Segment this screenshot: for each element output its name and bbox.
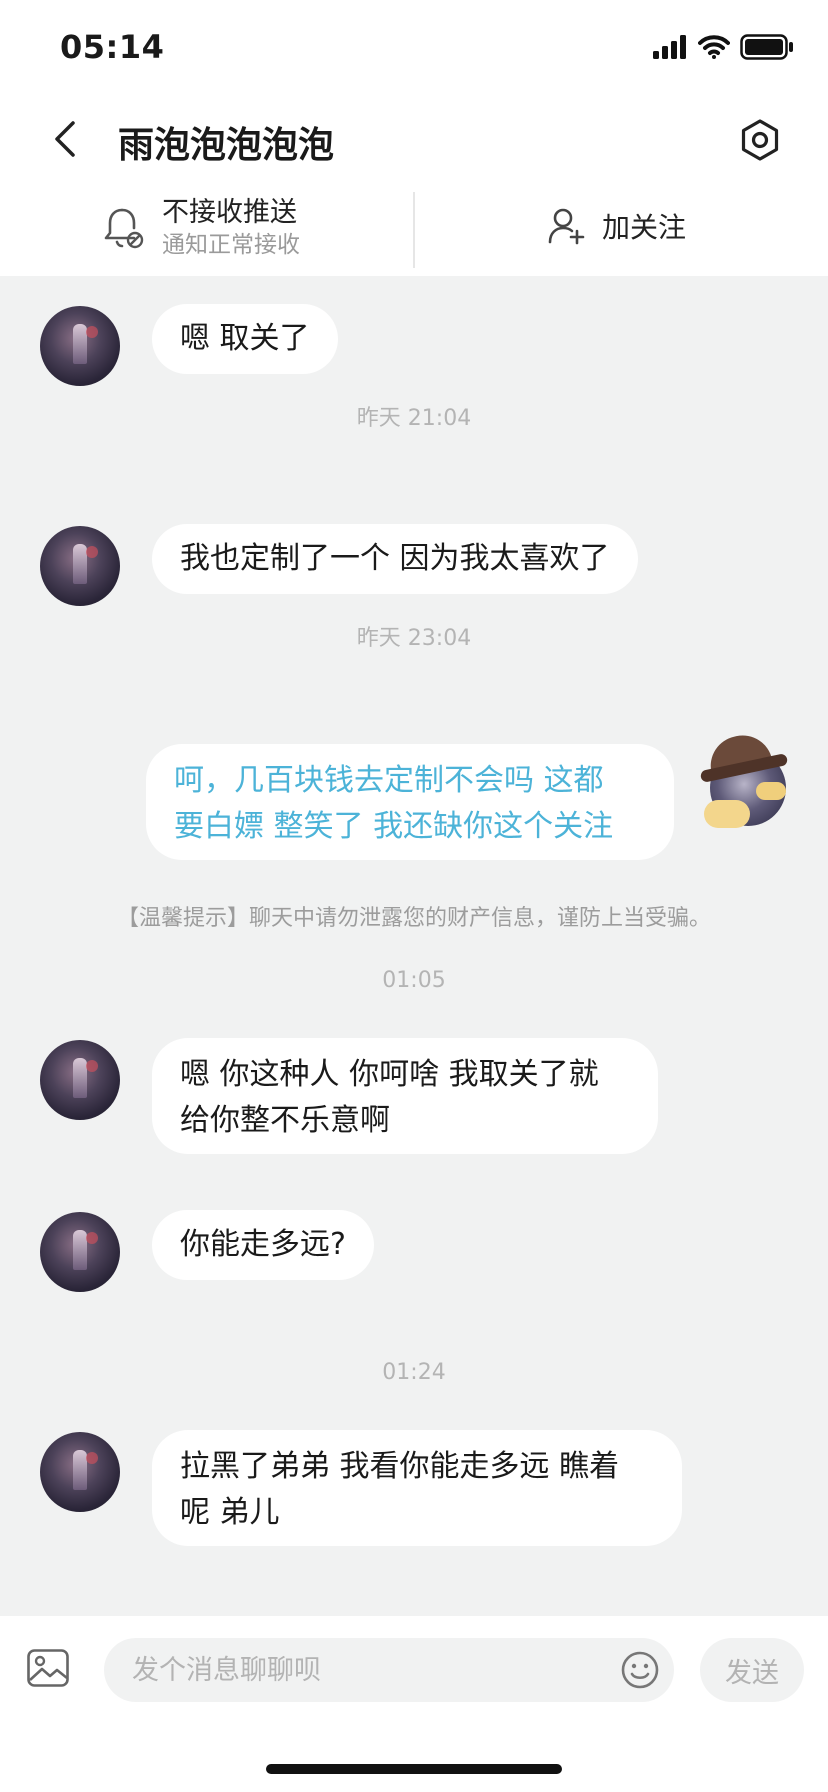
message-input-container	[104, 1638, 674, 1702]
message-text-line: 给你整不乐意啊	[180, 1103, 390, 1138]
message-text-line: 呢 弟儿	[180, 1495, 280, 1530]
status-icons	[652, 34, 794, 60]
add-user-icon	[548, 208, 585, 245]
message-text-line: 呵，几百块钱去定制不会吗 这都	[174, 763, 604, 798]
send-button[interactable]: 发送	[700, 1638, 804, 1702]
my-avatar[interactable]	[699, 729, 794, 830]
follow-button[interactable]: 加关注	[548, 206, 686, 246]
push-setting-text: 不接收推送 通知正常接收	[162, 196, 300, 260]
hexagon-gear-icon	[741, 119, 779, 161]
signal-icon	[653, 35, 686, 59]
notification-bar: 不接收推送 通知正常接收 加关注	[0, 184, 828, 276]
my-message-bubble[interactable]: 呵，几百块钱去定制不会吗 这都 要白嫖 整笑了 我还缺你这个关注	[146, 744, 674, 860]
status-bar: 05:14	[0, 0, 828, 96]
timestamp: 昨天 21:04	[356, 406, 472, 431]
timestamp: 01:05	[382, 968, 446, 993]
contact-avatar[interactable]	[40, 1432, 120, 1512]
message-bubble[interactable]: 嗯 你这种人 你呵啥 我取关了就 给你整不乐意啊	[152, 1038, 658, 1154]
divider	[413, 192, 415, 268]
contact-avatar[interactable]	[40, 1040, 120, 1120]
emoji-button[interactable]	[620, 1650, 660, 1690]
message-text: 我也定制了一个 因为我太喜欢了	[180, 541, 610, 576]
chat-area[interactable]: 嗯 取关了 昨天 21:04 我也定制了一个 因为我太喜欢了 昨天 23:04 …	[0, 276, 828, 1616]
battery-icon	[740, 34, 793, 60]
wifi-icon	[698, 35, 730, 59]
safety-tip: 【温馨提示】聊天中请勿泄露您的财产信息，谨防上当受骗。	[116, 906, 711, 931]
push-setting-sublabel: 通知正常接收	[162, 232, 300, 258]
back-button[interactable]	[40, 114, 90, 164]
message-text: 你能走多远?	[180, 1227, 346, 1262]
message-input[interactable]	[132, 1638, 602, 1702]
chevron-left-icon	[55, 121, 75, 157]
message-composer: 发送	[0, 1616, 828, 1728]
nav-bar: 雨泡泡泡泡泡	[0, 96, 828, 184]
message-text-line: 拉黑了弟弟 我看你能走多远 瞧着	[180, 1449, 620, 1484]
status-time: 05:14	[60, 28, 165, 66]
page-title: 雨泡泡泡泡泡	[118, 125, 335, 166]
message-bubble[interactable]: 嗯 取关了	[152, 304, 338, 374]
timestamp: 01:24	[382, 1360, 446, 1385]
push-setting-label: 不接收推送	[162, 197, 297, 228]
message-bubble[interactable]: 你能走多远?	[152, 1210, 374, 1280]
image-icon	[27, 1649, 69, 1687]
message-text: 嗯 取关了	[180, 321, 310, 356]
timestamp: 昨天 23:04	[356, 626, 472, 651]
contact-avatar[interactable]	[40, 1212, 120, 1292]
image-button[interactable]	[26, 1646, 70, 1690]
settings-button[interactable]	[732, 112, 788, 168]
home-indicator	[266, 1764, 562, 1774]
bell-off-icon	[104, 208, 144, 249]
message-bubble[interactable]: 我也定制了一个 因为我太喜欢了	[152, 524, 638, 594]
contact-avatar[interactable]	[40, 306, 120, 386]
contact-avatar[interactable]	[40, 526, 120, 606]
message-bubble[interactable]: 拉黑了弟弟 我看你能走多远 瞧着 呢 弟儿	[152, 1430, 682, 1546]
follow-label: 加关注	[602, 211, 687, 244]
message-text-line: 嗯 你这种人 你呵啥 我取关了就	[180, 1057, 599, 1092]
message-text-line: 要白嫖 整笑了 我还缺你这个关注	[174, 809, 614, 844]
push-setting-button[interactable]: 不接收推送 通知正常接收	[104, 196, 300, 260]
smile-icon	[621, 1651, 659, 1689]
